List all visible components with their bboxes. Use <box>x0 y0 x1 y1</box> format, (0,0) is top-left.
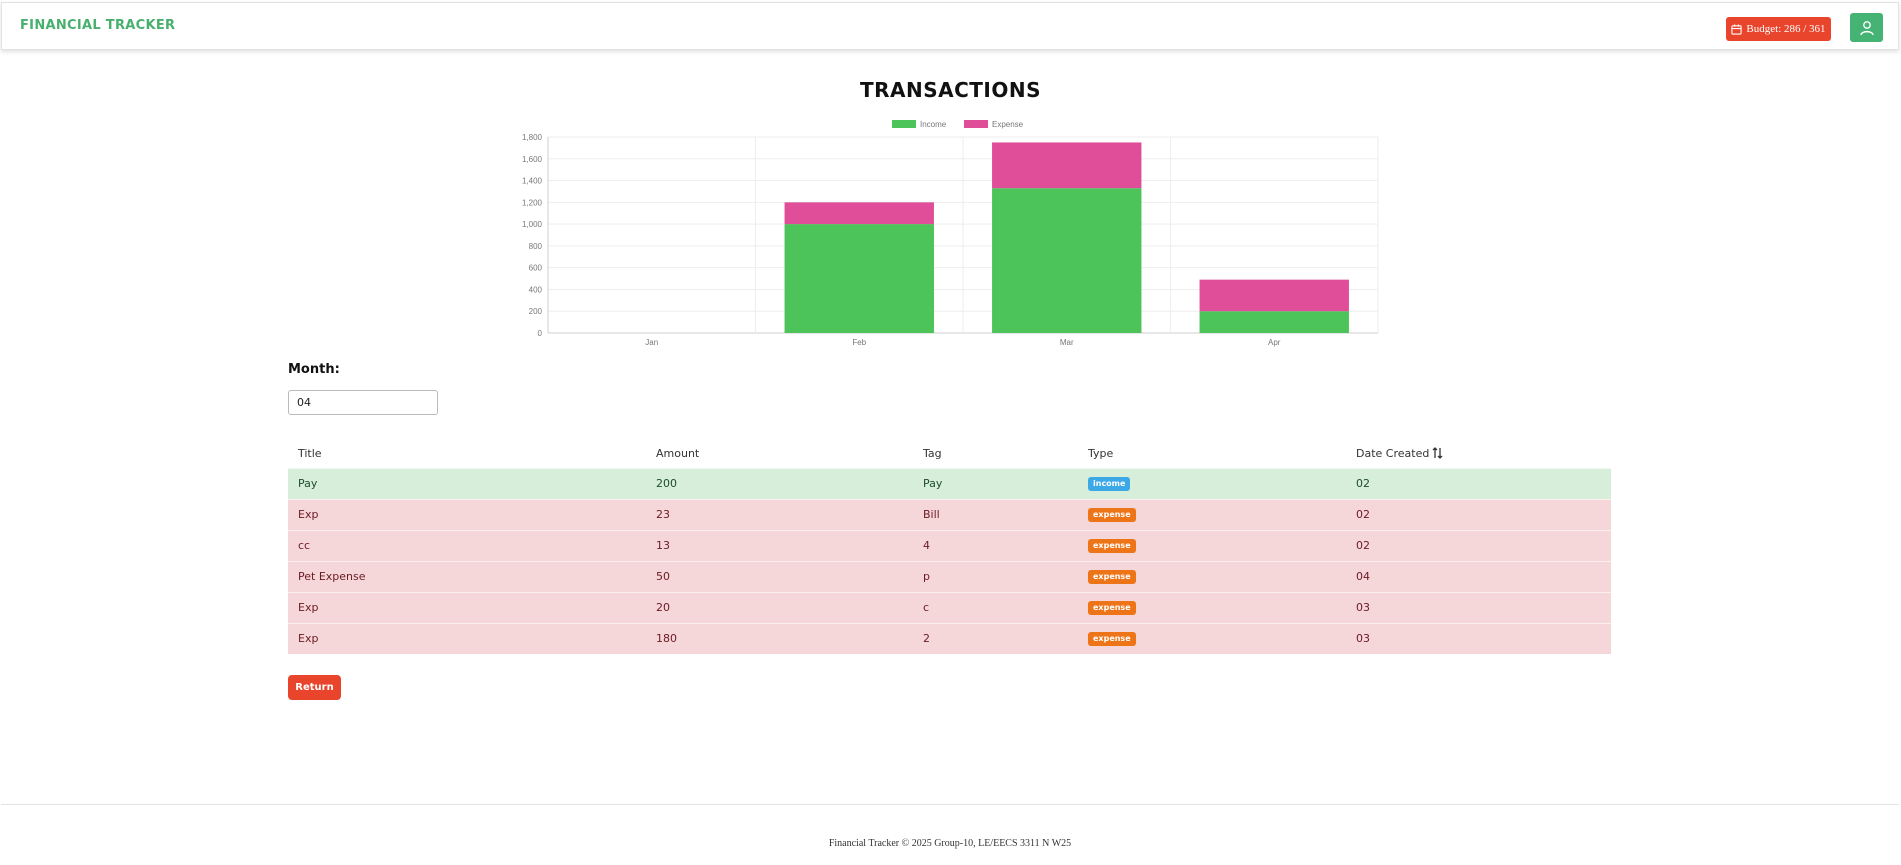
type-badge: expense <box>1088 508 1136 522</box>
table-row[interactable]: Pay 200 Pay income 02 <box>288 467 1611 499</box>
transactions-table: Title Amount Tag Type Date Created Pay 20… <box>288 440 1611 654</box>
y-tick-label: 1,800 <box>522 133 543 142</box>
column-header-title: Title <box>288 440 646 468</box>
y-tick-label: 1,400 <box>522 177 543 186</box>
cell-title: Exp <box>288 498 646 530</box>
bar-income-mar <box>992 188 1142 333</box>
type-badge: expense <box>1088 632 1136 647</box>
y-tick-label: 1,000 <box>522 220 543 229</box>
y-tick-label: 600 <box>529 264 543 273</box>
table-header-row: Title Amount Tag Type Date Created <box>288 440 1611 468</box>
cell-tag: p <box>913 560 1078 592</box>
cell-amount: 180 <box>646 622 913 654</box>
cell-date: 02 <box>1346 498 1611 530</box>
cell-type: income <box>1078 467 1346 499</box>
x-tick-label: Mar <box>1060 338 1074 347</box>
cell-type: expense <box>1078 622 1346 654</box>
app-brand[interactable]: FINANCIAL TRACKER <box>20 18 175 33</box>
cell-tag: 4 <box>913 529 1078 561</box>
cell-title: Exp <box>288 622 646 654</box>
y-tick-label: 1,200 <box>522 198 543 207</box>
cell-tag: Bill <box>913 498 1078 530</box>
bar-income-apr <box>1199 311 1349 333</box>
bar-expense-feb <box>784 202 934 225</box>
budget-button[interactable]: Budget: 286 / 361 <box>1726 17 1831 41</box>
bar-income-feb <box>784 224 934 333</box>
cell-type: expense <box>1078 529 1346 561</box>
cell-date: 03 <box>1346 622 1611 654</box>
legend-label: Expense <box>992 120 1024 129</box>
cell-title: Exp <box>288 591 646 623</box>
user-icon <box>1859 20 1874 35</box>
bar-expense-apr <box>1199 279 1349 312</box>
x-tick-label: Jan <box>645 338 658 347</box>
cell-title: Pet Expense <box>288 560 646 592</box>
table-row[interactable]: cc 13 4 expense 02 <box>288 529 1611 561</box>
cell-date: 04 <box>1346 560 1611 592</box>
y-tick-label: 800 <box>529 242 543 251</box>
legend-label: Income <box>920 120 947 129</box>
cell-amount: 20 <box>646 591 913 623</box>
month-label: Month: <box>288 362 340 377</box>
legend-swatch <box>964 120 988 128</box>
type-badge: income <box>1088 477 1131 491</box>
cell-amount: 50 <box>646 560 913 592</box>
table-row[interactable]: Pet Expense 50 p expense 04 <box>288 560 1611 592</box>
bar-expense-mar <box>992 142 1142 189</box>
legend-swatch <box>892 120 916 128</box>
y-tick-label: 1,600 <box>522 155 543 164</box>
transactions-chart: 0 200 400 600 800 1,000 1,200 1,400 1,600 1,800 Ja… <box>500 118 1390 358</box>
cell-type: expense <box>1078 591 1346 623</box>
column-header-tag: Tag <box>913 440 1078 468</box>
column-header-type: Type <box>1078 440 1346 468</box>
sort-icon[interactable] <box>1432 447 1443 460</box>
calendar-icon <box>1731 23 1743 35</box>
column-header-date-created[interactable]: Date Created <box>1346 440 1611 468</box>
cell-date: 03 <box>1346 591 1611 623</box>
cell-title: cc <box>288 529 646 561</box>
cell-date: 02 <box>1346 467 1611 499</box>
cell-type: expense <box>1078 560 1346 592</box>
footer: Financial Tracker © 2025 Group-10, LE/EE… <box>1 804 1899 865</box>
x-tick-label: Apr <box>1268 338 1281 347</box>
cell-tag: c <box>913 591 1078 623</box>
cell-amount: 13 <box>646 529 913 561</box>
y-tick-label: 200 <box>529 307 543 316</box>
cell-amount: 200 <box>646 467 913 499</box>
chart-svg: 0 200 400 600 800 1,000 1,200 1,400 1,600 1,800 Ja… <box>522 120 1379 347</box>
cell-date: 02 <box>1346 529 1611 561</box>
cell-amount: 23 <box>646 498 913 530</box>
cell-tag: Pay <box>913 467 1078 499</box>
cell-tag: 2 <box>913 622 1078 654</box>
table-row[interactable]: Exp 20 c expense 03 <box>288 591 1611 623</box>
column-header-amount: Amount <box>646 440 913 468</box>
y-tick-label: 400 <box>529 285 543 294</box>
footer-text: Financial Tracker © 2025 Group-10, LE/EE… <box>828 838 1072 849</box>
page-title: TRANSACTIONS <box>859 78 1042 102</box>
budget-label: Budget: 286 / 361 <box>1746 23 1826 35</box>
column-header-date-label: Date Created <box>1356 447 1430 461</box>
user-button[interactable] <box>1850 13 1883 42</box>
table-row[interactable]: Exp 180 2 expense 03 <box>288 622 1611 654</box>
return-button[interactable]: Return <box>288 675 341 700</box>
type-badge: expense <box>1088 601 1136 615</box>
cell-type: expense <box>1078 498 1346 530</box>
table-row[interactable]: Exp 23 Bill expense 02 <box>288 498 1611 530</box>
type-badge: expense <box>1088 570 1136 584</box>
x-tick-label: Feb <box>852 338 866 347</box>
month-input[interactable] <box>288 390 438 415</box>
y-tick-label: 0 <box>538 329 543 338</box>
navbar: FINANCIAL TRACKER Budget: 286 / 361 <box>1 2 1899 50</box>
cell-title: Pay <box>288 467 646 499</box>
type-badge: expense <box>1088 539 1136 553</box>
